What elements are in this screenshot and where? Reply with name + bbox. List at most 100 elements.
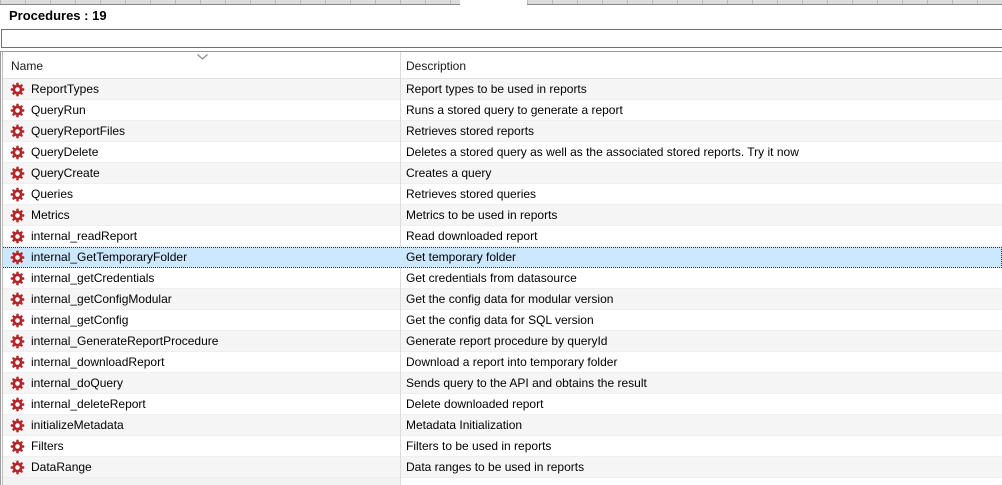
table-row[interactable]: internal_downloadReport Download a repor… <box>0 352 1002 373</box>
description-cell: Report types to be used in reports <box>406 79 1002 100</box>
table-row[interactable]: Metrics Metrics to be used in reports <box>0 205 1002 226</box>
table-row[interactable]: QueryReportFiles Retrieves stored report… <box>0 121 1002 142</box>
gear-icon <box>10 376 25 391</box>
procedure-name: DataRange <box>31 457 92 478</box>
gear-icon <box>10 397 25 412</box>
gear-icon <box>10 82 25 97</box>
empty-row-stub <box>0 478 1002 485</box>
description-cell: Filters to be used in reports <box>406 436 1002 457</box>
procedure-description: Metadata Initialization <box>406 418 522 432</box>
gear-icon <box>10 166 25 181</box>
page-title: Procedures : 19 <box>9 8 107 23</box>
name-cell: QueryDelete <box>0 142 400 163</box>
procedure-description: Data ranges to be used in reports <box>406 460 584 474</box>
table-row[interactable]: ReportTypes Report types to be used in r… <box>0 79 1002 100</box>
gear-icon <box>10 418 25 433</box>
procedure-name: Filters <box>31 436 64 457</box>
procedures-panel: Procedures : 19 Name Description <box>0 0 1002 485</box>
description-cell: Metadata Initialization <box>406 415 1002 436</box>
procedure-name: internal_GenerateReportProcedure <box>31 331 218 352</box>
gear-icon <box>10 124 25 139</box>
description-cell: Get the config data for SQL version <box>406 310 1002 331</box>
name-cell: internal_deleteReport <box>0 394 400 415</box>
gear-icon <box>10 355 25 370</box>
procedure-name: internal_deleteReport <box>31 394 146 415</box>
procedure-name: internal_GetTemporaryFolder <box>31 247 187 268</box>
table-row[interactable]: internal_getConfig Get the config data f… <box>0 310 1002 331</box>
filter-input[interactable] <box>1 29 1002 48</box>
table-row[interactable]: QueryRun Runs a stored query to generate… <box>0 100 1002 121</box>
procedure-name: internal_doQuery <box>31 373 123 394</box>
name-cell: Metrics <box>0 205 400 226</box>
name-cell: Filters <box>0 436 400 457</box>
description-cell: Metrics to be used in reports <box>406 205 1002 226</box>
name-cell: internal_getConfigModular <box>0 289 400 310</box>
table-row[interactable]: internal_getConfigModular Get the config… <box>0 289 1002 310</box>
procedure-name: Queries <box>31 184 73 205</box>
procedure-description: Retrieves stored queries <box>406 187 536 201</box>
name-cell: Queries <box>0 184 400 205</box>
procedure-description: Creates a query <box>406 166 491 180</box>
gear-icon <box>10 271 25 286</box>
table-left-border <box>0 52 3 485</box>
table-row[interactable]: internal_deleteReport Delete downloaded … <box>0 394 1002 415</box>
table-row[interactable]: internal_GetTemporaryFolder Get temporar… <box>0 247 1002 268</box>
gear-icon <box>10 460 25 475</box>
procedure-name: internal_getConfig <box>31 310 128 331</box>
table-row[interactable]: QueryDelete Deletes a stored query as we… <box>0 142 1002 163</box>
table-row[interactable]: DataRange Data ranges to be used in repo… <box>0 457 1002 478</box>
gear-icon <box>10 187 25 202</box>
procedure-name: QueryDelete <box>31 142 98 163</box>
column-header-name[interactable]: Name <box>11 59 43 73</box>
empty-name-cell <box>0 478 400 485</box>
description-cell: Get temporary folder <box>406 247 1002 268</box>
procedure-description: Get credentials from datasource <box>406 271 577 285</box>
column-divider[interactable] <box>400 52 401 485</box>
table-row[interactable]: internal_getCredentials Get credentials … <box>0 268 1002 289</box>
description-cell: Get the config data for modular version <box>406 289 1002 310</box>
table-header: Name Description <box>0 52 1002 79</box>
procedure-description: Runs a stored query to generate a report <box>406 103 623 117</box>
description-cell: Retrieves stored queries <box>406 184 1002 205</box>
gear-icon <box>10 313 25 328</box>
gear-icon <box>10 103 25 118</box>
gear-icon <box>10 439 25 454</box>
procedures-table: Name Description ReportTypes Report type… <box>0 51 1002 485</box>
table-row[interactable]: internal_readReport Read downloaded repo… <box>0 226 1002 247</box>
name-cell: DataRange <box>0 457 400 478</box>
description-cell: Deletes a stored query as well as the as… <box>406 142 1002 163</box>
description-cell: Creates a query <box>406 163 1002 184</box>
name-cell: QueryRun <box>0 100 400 121</box>
description-cell: Delete downloaded report <box>406 394 1002 415</box>
name-cell: internal_doQuery <box>0 373 400 394</box>
table-row[interactable]: QueryCreate Creates a query <box>0 163 1002 184</box>
table-row[interactable]: Queries Retrieves stored queries <box>0 184 1002 205</box>
procedure-description: Metrics to be used in reports <box>406 208 557 222</box>
name-cell: internal_downloadReport <box>0 352 400 373</box>
gear-icon <box>10 250 25 265</box>
name-cell: internal_getConfig <box>0 310 400 331</box>
table-row[interactable]: internal_doQuery Sends query to the API … <box>0 373 1002 394</box>
procedure-name: internal_getCredentials <box>31 268 154 289</box>
procedure-description: Download a report into temporary folder <box>406 355 617 369</box>
table-row[interactable]: internal_GenerateReportProcedure Generat… <box>0 331 1002 352</box>
name-cell: QueryReportFiles <box>0 121 400 142</box>
name-cell: QueryCreate <box>0 163 400 184</box>
procedure-description: Deletes a stored query as well as the as… <box>406 145 799 159</box>
cropped-grid-edge-right <box>527 0 1002 5</box>
procedure-name: QueryRun <box>31 100 86 121</box>
procedure-name: internal_downloadReport <box>31 352 164 373</box>
table-row[interactable]: Filters Filters to be used in reports <box>0 436 1002 457</box>
procedure-name: internal_getConfigModular <box>31 289 172 310</box>
chevron-down-icon <box>197 54 208 60</box>
procedure-name: ReportTypes <box>31 79 99 100</box>
column-header-description[interactable]: Description <box>406 59 466 73</box>
procedure-name: initializeMetadata <box>31 415 124 436</box>
description-cell: Data ranges to be used in reports <box>406 457 1002 478</box>
description-cell: Sends query to the API and obtains the r… <box>406 373 1002 394</box>
table-row[interactable]: initializeMetadata Metadata Initializati… <box>0 415 1002 436</box>
procedure-description: Get the config data for modular version <box>406 292 613 306</box>
description-cell: Read downloaded report <box>406 226 1002 247</box>
table-body: ReportTypes Report types to be used in r… <box>0 79 1002 478</box>
procedure-description: Delete downloaded report <box>406 397 543 411</box>
